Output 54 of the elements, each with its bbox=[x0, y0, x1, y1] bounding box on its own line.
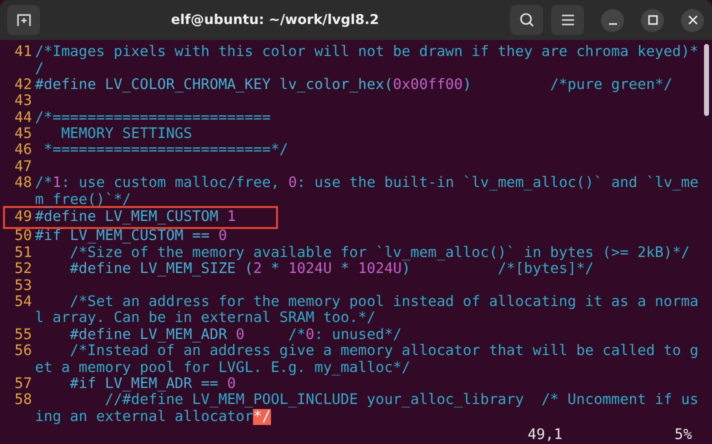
line-number: 47 bbox=[14, 158, 32, 175]
code-line: m_free()`*/ bbox=[35, 192, 132, 208]
code-line: /*1: use custom malloc/free, 0: use the built-in `lv_mem_alloc()` and `lv_me bbox=[35, 175, 698, 192]
menu-icon bbox=[560, 14, 574, 26]
code-line: et a memory pool for LVGL. E.g. my_malloc*/ bbox=[35, 360, 410, 376]
new-tab-button[interactable] bbox=[7, 5, 40, 36]
line-number: 41 bbox=[14, 44, 32, 60]
scroll-percent: 5% bbox=[674, 428, 692, 444]
line-number: 49 bbox=[14, 209, 32, 226]
code-line: #if LV_MEM_ADR == 0 bbox=[68, 376, 236, 392]
line-number: 55 bbox=[14, 326, 32, 343]
search-button[interactable] bbox=[510, 5, 543, 36]
code-line: #define LV_MEM_ADR 0 /*0: unused*/ bbox=[68, 326, 402, 344]
code-line: //#define LV_MEM_POOL_INCLUDE your_alloc_library /* Uncomment if us bbox=[104, 392, 698, 409]
line-number: 54 bbox=[14, 294, 32, 310]
search-icon bbox=[518, 12, 534, 28]
line-number: 44 bbox=[14, 110, 32, 126]
code-line: l array. Can be in external SRAM too.*/ bbox=[35, 310, 376, 327]
code-line: #if LV_MEM_CUSTOM == 0 bbox=[35, 228, 228, 245]
window-title: elf@ubuntu: ~/work/lvgl8.2 bbox=[170, 12, 380, 28]
line-number: 45 bbox=[14, 126, 32, 142]
line-number: 51 bbox=[14, 244, 32, 261]
close-button[interactable] bbox=[681, 8, 704, 32]
code-line: *=========================*/ bbox=[42, 142, 288, 159]
code-line: /*Size of the memory available for `lv_mem_alloc()` in bytes (>= 2kB)*/ bbox=[68, 244, 690, 262]
minimize-icon bbox=[608, 23, 618, 26]
scrollbar-thumb[interactable] bbox=[704, 44, 709, 116]
line-number: 58 bbox=[14, 392, 32, 408]
line-number: 52 bbox=[14, 261, 32, 278]
cursor-position: 49,1 bbox=[528, 428, 563, 444]
line-number: 50 bbox=[14, 228, 32, 244]
code-line: #define LV_MEM_CUSTOM 1 bbox=[35, 209, 236, 226]
line-number: 46 bbox=[14, 142, 32, 158]
code-line: #define LV_MEM_SIZE (2 * 1024U * 1024U) /*[bytes]*/ bbox=[68, 261, 594, 278]
code-line: /*Instead of an address give a memory allocator that will be called to g bbox=[68, 343, 698, 360]
maximize-button[interactable] bbox=[641, 8, 664, 32]
line-number: 57 bbox=[14, 376, 32, 392]
line-number: 53 bbox=[14, 278, 32, 294]
menu-button[interactable] bbox=[551, 5, 584, 36]
line-number: 43 bbox=[14, 93, 32, 110]
line-number: 48 bbox=[14, 175, 32, 192]
code-line: #define LV_COLOR_CHROMA_KEY lv_color_hex(0x00ff00) /*pure green*/ bbox=[35, 76, 672, 94]
code-line: ing an external allocator*/ bbox=[35, 408, 271, 426]
code-line: /*========================= bbox=[35, 110, 271, 126]
code-line: /*Images pixels with this color will not be drawn if they are chroma keyed)* bbox=[35, 44, 698, 60]
new-tab-icon bbox=[16, 12, 32, 28]
minimize-button[interactable] bbox=[601, 8, 624, 32]
maximize-icon bbox=[648, 15, 658, 26]
line-number: 56 bbox=[14, 343, 32, 360]
line-number: 42 bbox=[14, 76, 32, 93]
code-line: MEMORY SETTINGS bbox=[60, 126, 192, 142]
code-line: / bbox=[35, 60, 44, 77]
code-line: /*Set an address for the memory pool instead of allocating it as a norma bbox=[68, 294, 698, 310]
close-icon bbox=[688, 15, 698, 26]
